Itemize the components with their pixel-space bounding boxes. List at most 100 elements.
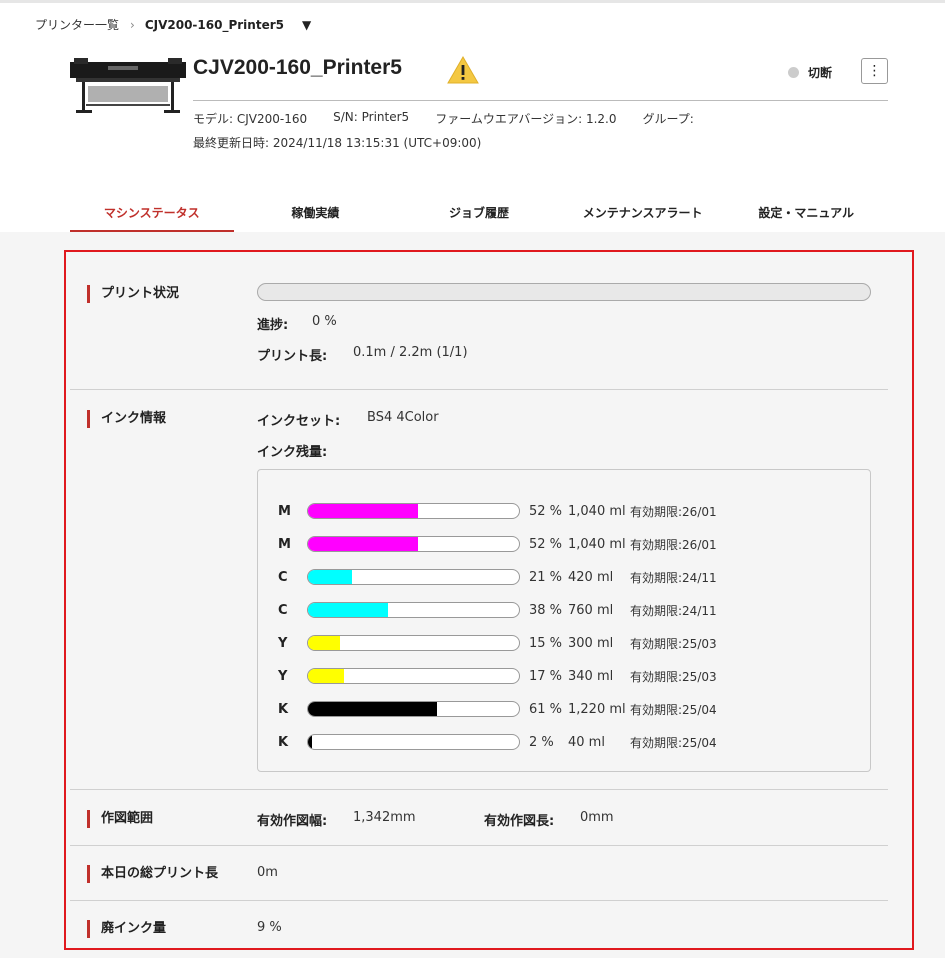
ink-color-label: M (278, 536, 291, 552)
ink-row: M 52 % 1,040 ml 有効期限:26/01 (278, 535, 717, 553)
ink-level-bar (307, 536, 520, 552)
progress-label: 進捗: (257, 318, 289, 333)
printer-image (70, 58, 186, 113)
ink-percent: 15 % (529, 635, 563, 651)
ink-volume: 760 ml (568, 602, 614, 618)
tab-settings-manual[interactable]: 設定・マニュアル (724, 196, 888, 232)
ink-percent: 21 % (529, 569, 563, 585)
ink-color-label: Y (278, 635, 288, 651)
section-divider (70, 389, 888, 390)
ink-percent: 38 % (529, 602, 563, 618)
caret-down-icon[interactable]: ▼ (302, 18, 311, 32)
plot-width-value: 1,342mm (353, 810, 416, 825)
serial-text: S/N: Printer5 (333, 110, 410, 124)
ink-row: C 38 % 760 ml 有効期限:24/11 (278, 601, 717, 619)
ink-volume: 1,040 ml (568, 536, 626, 552)
ink-expiry: 有効期限:25/04 (630, 735, 717, 750)
ink-expiry: 有効期限:26/01 (630, 504, 717, 519)
status-label: 切断 (808, 66, 833, 80)
ink-row: M 52 % 1,040 ml 有効期限:26/01 (278, 502, 717, 520)
ink-percent: 61 % (529, 701, 563, 717)
printer-title: CJV200-160_Printer5 (193, 56, 402, 79)
ink-level-fill (308, 636, 340, 650)
section-plot-area: 作図範囲 (87, 810, 153, 828)
breadcrumb: プリンター一覧 › CJV200-160_Printer5 ▼ (35, 16, 311, 33)
ink-percent: 52 % (529, 536, 563, 552)
plot-width-label: 有効作図幅: (257, 814, 328, 829)
waste-ink-value: 9 % (257, 920, 282, 935)
ink-expiry: 有効期限:25/04 (630, 702, 717, 717)
plot-length-label: 有効作図長: (484, 814, 555, 829)
ink-level-bar (307, 635, 520, 651)
ink-percent: 52 % (529, 503, 563, 519)
ink-level-fill (308, 504, 418, 518)
tab-maintenance-alert[interactable]: メンテナンスアラート (561, 196, 725, 232)
model-text: モデル: CJV200-160 (193, 112, 308, 126)
breadcrumb-current: CJV200-160_Printer5 (144, 17, 284, 32)
print-length-value: 0.1m / 2.2m (1/1) (353, 345, 468, 360)
ink-level-fill (308, 570, 353, 584)
plot-length-value: 0mm (580, 810, 614, 825)
printer-meta: モデル: CJV200-160 S/N: Printer5 ファームウエアバージ… (193, 110, 720, 127)
title-divider (193, 100, 888, 101)
ink-level-bar (307, 734, 520, 750)
breadcrumb-printer-list-link[interactable]: プリンター一覧 (35, 16, 119, 33)
firmware-text: ファームウエアバージョン: 1.2.0 (435, 112, 617, 126)
ink-percent: 2 % (529, 734, 554, 750)
ink-remaining-label: インク残量: (257, 445, 328, 460)
ink-level-fill (308, 702, 437, 716)
tab-operation-results[interactable]: 稼働実績 (234, 196, 398, 232)
ink-color-label: Y (278, 668, 288, 684)
daily-print-length-value: 0m (257, 865, 278, 880)
ink-level-bar (307, 569, 520, 585)
section-print-status: プリント状況 (87, 285, 179, 303)
inkset-value: BS4 4Color (367, 410, 439, 425)
section-divider (70, 845, 888, 846)
section-ink-info: インク情報 (87, 410, 166, 428)
inkset-label: インクセット: (257, 414, 341, 429)
chevron-right-icon: › (130, 17, 135, 32)
ink-level-bar (307, 668, 520, 684)
tab-job-history[interactable]: ジョブ履歴 (397, 196, 561, 232)
tab-bar: マシンステータス 稼働実績 ジョブ履歴 メンテナンスアラート 設定・マニュアル (70, 196, 888, 232)
ink-color-label: C (278, 569, 288, 585)
ink-row: K 2 % 40 ml 有効期限:25/04 (278, 733, 717, 751)
kebab-icon: ⋮ (867, 63, 882, 79)
ink-color-label: C (278, 602, 288, 618)
ink-volume: 1,220 ml (568, 701, 626, 717)
ink-level-fill (308, 603, 389, 617)
print-progress-bar (257, 283, 871, 301)
connection-status: 切断 (788, 64, 832, 81)
section-waste-ink: 廃インク量 (87, 920, 166, 938)
ink-color-label: K (278, 701, 289, 717)
ink-volume: 1,040 ml (568, 503, 626, 519)
ink-volume: 420 ml (568, 569, 614, 585)
ink-row: Y 15 % 300 ml 有効期限:25/03 (278, 634, 717, 652)
ink-level-fill (308, 537, 418, 551)
ink-expiry: 有効期限:25/03 (630, 636, 717, 651)
ink-percent: 17 % (529, 668, 563, 684)
ink-level-bar (307, 602, 520, 618)
ink-row: K 61 % 1,220 ml 有効期限:25/04 (278, 700, 717, 718)
ink-color-label: M (278, 503, 291, 519)
status-dot-icon (788, 67, 799, 78)
print-length-label: プリント長: (257, 349, 328, 364)
tab-machine-status[interactable]: マシンステータス (70, 196, 234, 232)
group-text: グループ: (642, 112, 694, 126)
ink-volume: 40 ml (568, 734, 605, 750)
more-menu-button[interactable]: ⋮ (861, 58, 888, 84)
ink-level-bar (307, 503, 520, 519)
ink-volume: 300 ml (568, 635, 614, 651)
ink-levels-panel: M 52 % 1,040 ml 有効期限:26/01 M 52 % 1,040 ml 有効期限… (257, 469, 871, 772)
ink-color-label: K (278, 734, 289, 750)
section-divider (70, 900, 888, 901)
ink-row: C 21 % 420 ml 有効期限:24/11 (278, 568, 717, 586)
top-divider (0, 0, 945, 3)
ink-level-fill (308, 669, 344, 683)
ink-level-fill (308, 735, 313, 749)
section-daily-print-length: 本日の総プリント長 (87, 865, 218, 883)
ink-expiry: 有効期限:25/03 (630, 669, 717, 684)
progress-value: 0 % (312, 314, 337, 329)
warning-icon[interactable] (447, 56, 479, 84)
ink-expiry: 有効期限:26/01 (630, 537, 717, 552)
